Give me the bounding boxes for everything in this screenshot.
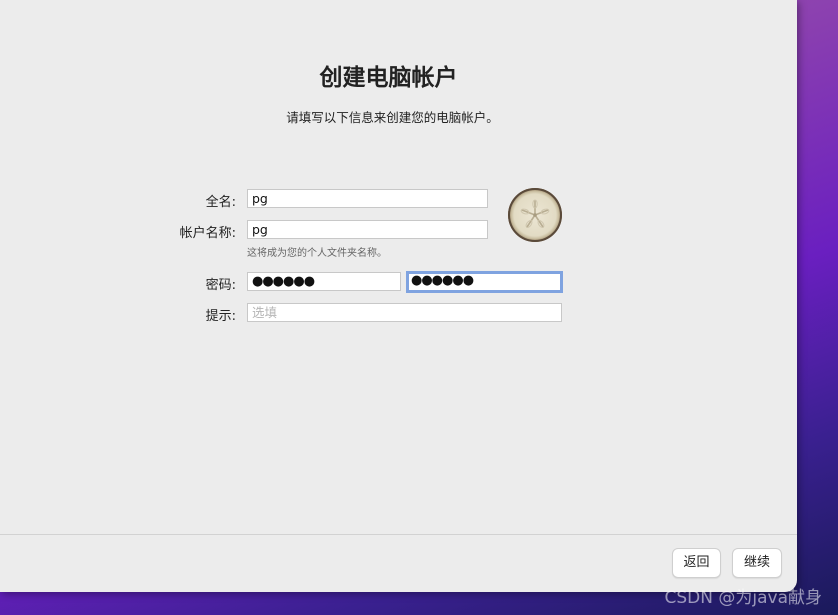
account-name-field[interactable]: pg xyxy=(247,220,488,239)
footer-divider xyxy=(0,534,797,535)
watermark-text: CSDN @为java献身 xyxy=(664,588,823,608)
setup-assistant-window: 创建电脑帐户 请填写以下信息来创建您的电脑帐户。 全名: pg 帐户名称: pg… xyxy=(0,0,797,592)
full-name-field[interactable]: pg xyxy=(247,189,488,208)
back-button[interactable]: 返回 xyxy=(672,548,721,578)
hint-label: 提示: xyxy=(205,309,236,324)
page-subtitle: 请填写以下信息来创建您的电脑帐户。 xyxy=(286,110,499,125)
account-name-label: 帐户名称: xyxy=(179,226,236,241)
password-label: 密码: xyxy=(205,278,236,293)
password-field[interactable]: ●●●●●● xyxy=(247,272,401,291)
full-name-label: 全名: xyxy=(205,195,236,210)
continue-button[interactable]: 继续 xyxy=(732,548,782,578)
user-avatar[interactable] xyxy=(508,188,562,242)
password-verify-field[interactable]: ●●●●●● xyxy=(406,271,563,293)
account-name-hint: 这将成为您的个人文件夹名称。 xyxy=(247,248,387,259)
sand-dollar-icon xyxy=(520,199,550,228)
password-hint-field[interactable]: 选填 xyxy=(247,303,562,322)
page-title: 创建电脑帐户 xyxy=(319,65,458,91)
